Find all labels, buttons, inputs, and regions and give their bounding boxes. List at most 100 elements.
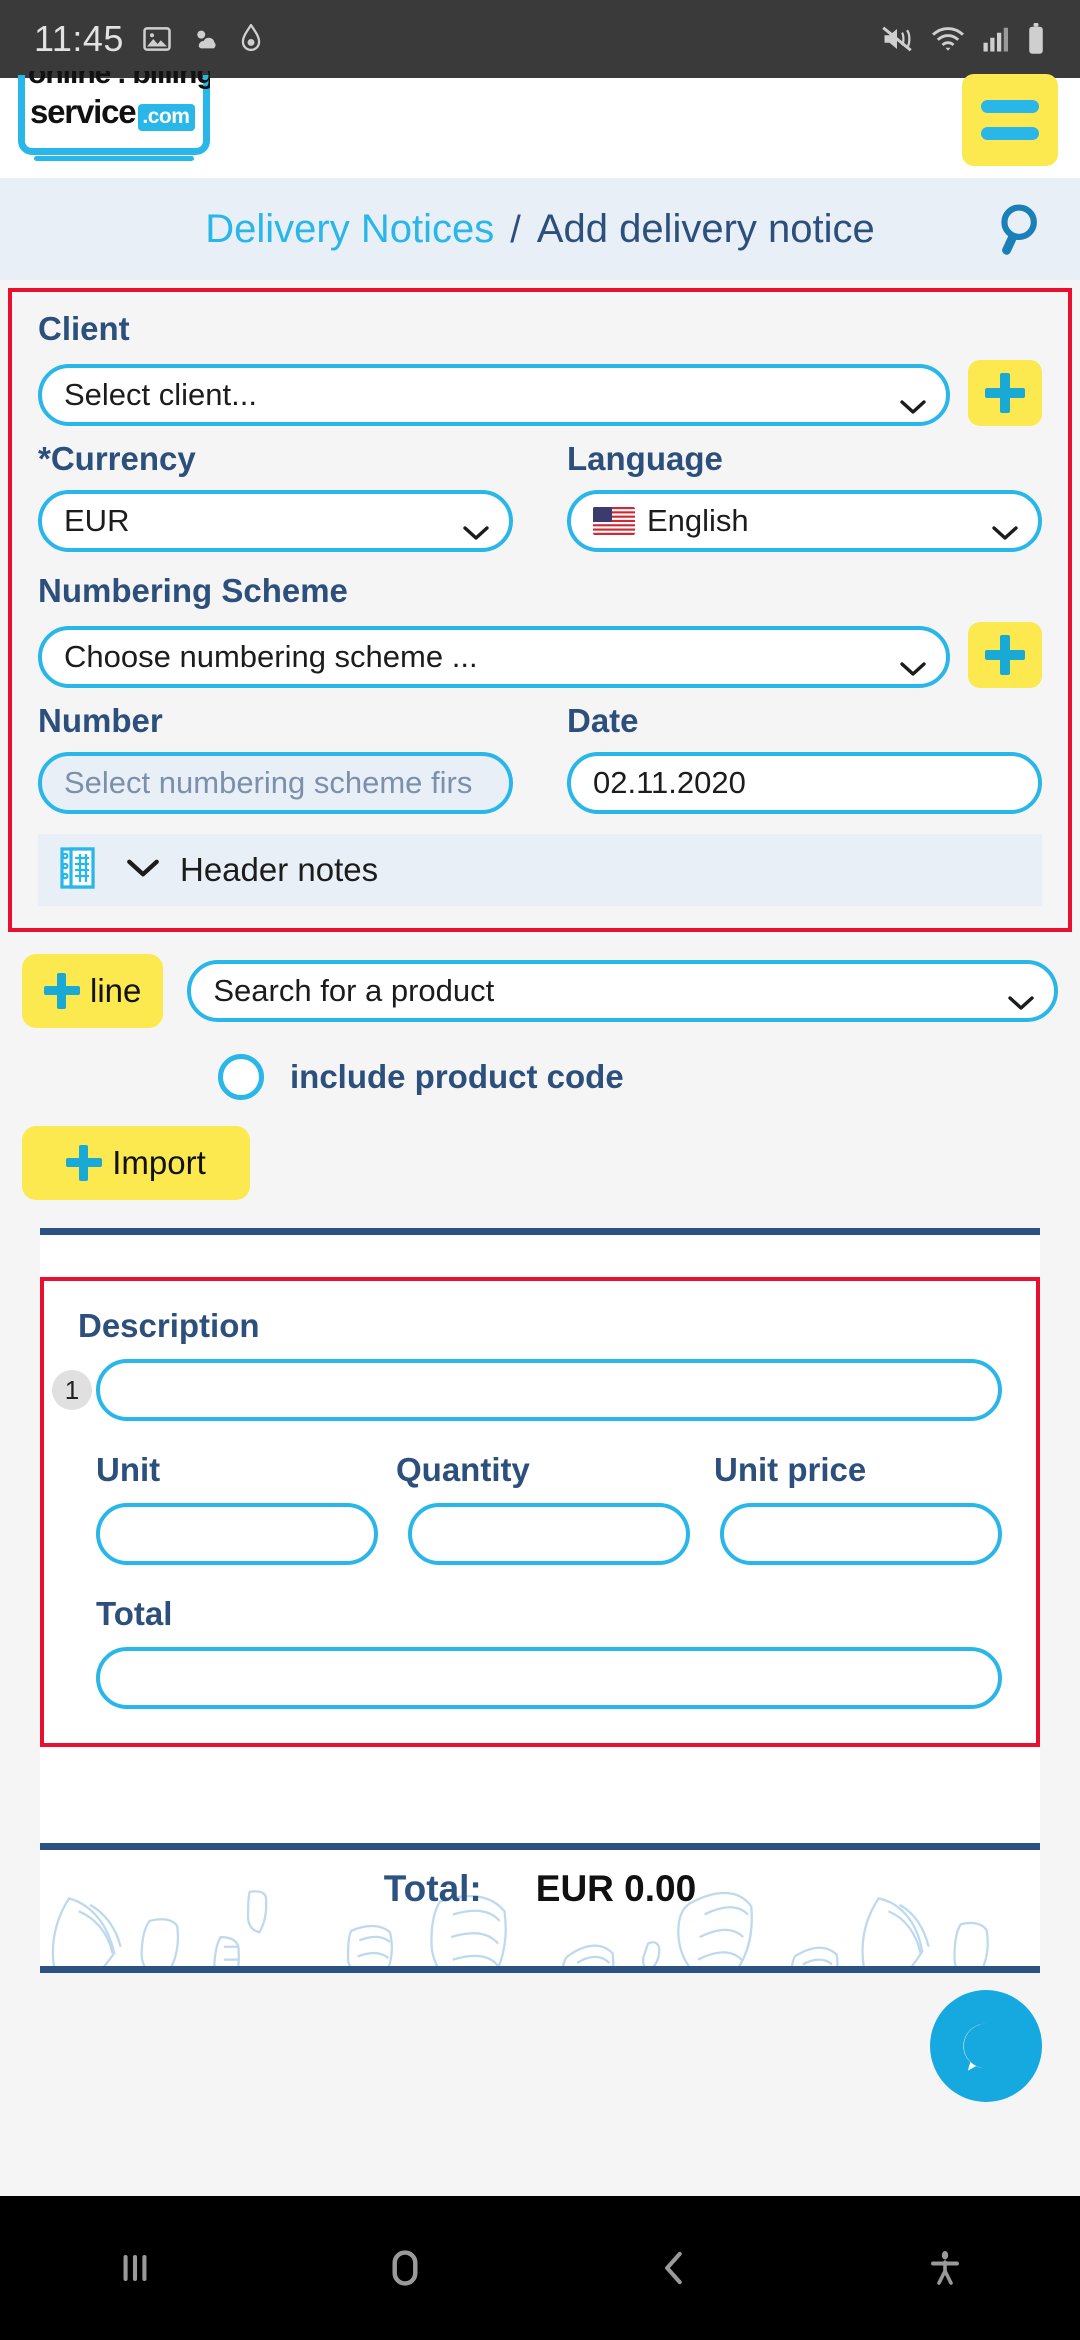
lines-table-top-space — [40, 1235, 1040, 1277]
number-input-placeholder: Select numbering scheme firs — [64, 765, 473, 800]
date-input-value: 02.11.2020 — [593, 765, 746, 800]
include-product-code-row[interactable]: include product code — [22, 1054, 1058, 1100]
numbering-scheme-select-wrap: Choose numbering scheme ... — [38, 626, 950, 688]
numbering-scheme-select[interactable]: Choose numbering scheme ... — [38, 626, 950, 688]
logo-line2: service — [30, 93, 137, 130]
currency-label-wrap: *Currency — [38, 440, 513, 490]
chevron-down-icon — [126, 858, 160, 883]
unit-input[interactable] — [96, 1503, 378, 1565]
currency-select-value: EUR — [64, 503, 130, 538]
add-line-button[interactable]: line — [22, 954, 164, 1028]
add-line-label: line — [90, 972, 142, 1009]
date-input[interactable]: 02.11.2020 — [567, 752, 1042, 814]
line-total-input[interactable] — [96, 1647, 1002, 1709]
unit-price-label: Unit price — [714, 1451, 867, 1488]
mute-icon — [880, 24, 914, 54]
chevron-down-icon — [900, 387, 926, 414]
status-bar-right — [880, 23, 1046, 55]
hamburger-bar-2 — [981, 127, 1039, 140]
client-row: Select client... — [38, 360, 1042, 426]
logo-underline-shape — [34, 156, 194, 161]
lines-toolbar: line Search for a product include produc… — [0, 932, 1080, 1200]
number-date-labels-row: Number Date — [38, 702, 1042, 752]
hamburger-bar-1 — [981, 100, 1039, 113]
number-label: Number — [38, 702, 163, 739]
breadcrumb-parent-link[interactable]: Delivery Notices — [205, 207, 494, 252]
grand-total-value: EUR 0.00 — [535, 1868, 697, 1909]
product-search-wrap: Search for a product — [187, 960, 1058, 1022]
plus-icon — [985, 635, 1025, 675]
recents-icon[interactable] — [0, 2246, 270, 2290]
us-flag-icon — [593, 507, 635, 535]
language-select[interactable]: English — [567, 490, 1042, 552]
date-label: Date — [567, 702, 639, 739]
chat-bubble-icon[interactable] — [930, 1990, 1042, 2102]
status-bar-clock: 11:45 — [34, 18, 124, 59]
chevron-down-icon — [1008, 983, 1034, 1010]
grand-total-label: Total: — [383, 1868, 482, 1909]
chevron-down-icon — [992, 513, 1018, 540]
logo-line1: online . billing — [28, 71, 210, 90]
language-label: Language — [567, 440, 723, 477]
back-icon[interactable] — [540, 2246, 810, 2290]
product-search-placeholder: Search for a product — [213, 973, 495, 1008]
add-client-button[interactable] — [968, 360, 1042, 426]
import-label: Import — [112, 1144, 206, 1181]
include-product-code-label: include product code — [290, 1058, 624, 1095]
header-notes-label: Header notes — [180, 851, 379, 888]
breadcrumb: Delivery Notices / Add delivery notice — [0, 178, 1080, 280]
status-bar-left: 11:45 — [34, 18, 880, 60]
lines-table-bottom-space — [40, 1747, 1040, 1843]
date-label-wrap: Date — [567, 702, 1042, 752]
hamburger-menu-icon[interactable] — [962, 74, 1058, 166]
accessibility-icon[interactable] — [810, 2247, 1080, 2289]
quantity-input-wrap — [408, 1503, 690, 1565]
currency-label: *Currency — [38, 440, 513, 478]
required-mark: * — [38, 440, 51, 477]
grand-total-text: Total: EUR 0.00 — [40, 1868, 1040, 1910]
import-button[interactable]: Import — [22, 1126, 250, 1200]
currency-language-labels-row: *Currency Language — [38, 440, 1042, 490]
wifi-icon — [930, 24, 966, 54]
number-label-wrap: Number — [38, 702, 513, 752]
logo-line2-wrap: service .com — [30, 93, 196, 131]
breadcrumb-current: Add delivery notice — [536, 206, 875, 251]
android-nav-bar — [0, 2196, 1080, 2340]
unit-price-input[interactable] — [720, 1503, 1002, 1565]
unit-label: Unit — [96, 1451, 161, 1488]
header-notes-toggle[interactable]: Header notes — [38, 834, 1042, 906]
home-icon[interactable] — [270, 2244, 540, 2292]
number-date-row: Select numbering scheme firs 02.11.2020 — [38, 752, 1042, 814]
page-content: Client Select client... *Currency Langua… — [0, 288, 1080, 1973]
add-numbering-scheme-button[interactable] — [968, 622, 1042, 688]
app-logo[interactable]: online . billing service .com — [18, 71, 210, 167]
add-line-row: line Search for a product — [22, 954, 1058, 1028]
include-product-code-checkbox[interactable] — [218, 1054, 264, 1100]
import-row: Import — [22, 1126, 1058, 1200]
line-item-card: Description 1 Unit Quantity Unit price T… — [40, 1277, 1040, 1747]
quantity-input[interactable] — [408, 1503, 690, 1565]
number-input-wrap: Select numbering scheme firs — [38, 752, 513, 814]
app-icon — [238, 23, 264, 54]
quantity-label-wrap: Quantity — [396, 1451, 684, 1503]
line-item-row-number: 1 — [52, 1370, 92, 1410]
client-select[interactable]: Select client... — [38, 364, 950, 426]
number-input[interactable]: Select numbering scheme firs — [38, 752, 513, 814]
plus-icon — [44, 973, 80, 1009]
description-input[interactable] — [96, 1359, 1002, 1421]
plus-icon — [985, 373, 1025, 413]
search-icon[interactable] — [994, 200, 1052, 258]
delivery-notice-header-panel: Client Select client... *Currency Langua… — [8, 288, 1072, 932]
currency-select[interactable]: EUR — [38, 490, 513, 552]
line-total-label: Total — [96, 1595, 173, 1632]
product-search-input[interactable]: Search for a product — [187, 960, 1058, 1022]
android-status-bar: 11:45 — [0, 0, 1080, 78]
notebook-icon — [54, 842, 106, 899]
description-row: 1 — [52, 1359, 1002, 1421]
currency-label-text: Currency — [50, 440, 196, 477]
client-select-wrap: Select client... — [38, 364, 950, 426]
